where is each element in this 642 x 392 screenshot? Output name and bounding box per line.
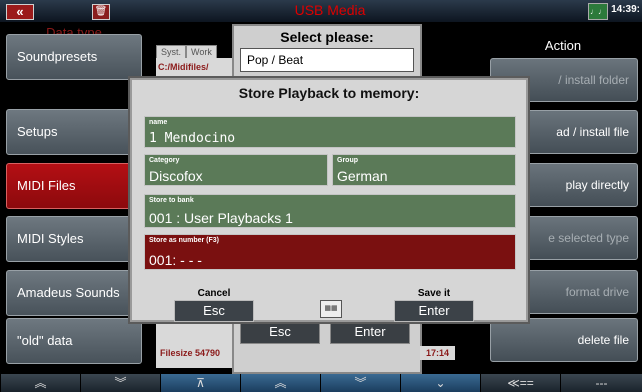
unused-button[interactable]: --- [560,374,642,392]
tab-syst[interactable]: Syst. [156,45,187,59]
mid-tabs: Syst. Work [156,42,217,59]
bank-value: 001 : User Playbacks 1 [149,210,293,226]
number-value: 001: - - - [149,252,202,268]
category-value: Discofox [149,168,203,184]
dialog-title: Store Playback to memory: [238,85,420,101]
select-item-pop-beat[interactable]: Pop / Beat [240,48,414,72]
left-item-amadeus-sounds[interactable]: Amadeus Sounds [6,270,142,316]
name-label: name [149,119,168,126]
left-item-midi-styles[interactable]: MIDI Styles [6,216,142,262]
back-button[interactable]: « [6,4,34,20]
save-button[interactable]: Enter [394,300,474,322]
tempo-icon: ♩♩ [588,3,608,20]
filesize-text: Filesize 54790 [160,348,221,358]
current-path: C:/Midifiles/ [158,62,209,72]
scroll-down-icon[interactable]: ︾ [320,374,400,392]
left-item-old-data[interactable]: "old" data [6,318,142,364]
window-title: USB Media [294,2,366,18]
right-item-delete-file[interactable]: delete file [490,318,638,362]
select-title: Select please: [280,29,374,45]
trash-icon[interactable]: 🗑 [92,4,110,20]
category-field[interactable]: Category Discofox [144,154,328,186]
name-value: 1 Mendocino [149,131,236,146]
group-label: Group [337,157,358,164]
left-item-midi-files[interactable]: MIDI Files [6,163,142,209]
back-nav-button[interactable]: ≪== [480,374,560,392]
scroll-top-icon[interactable]: ⊼ [160,374,240,392]
tab-work[interactable]: Work [186,45,217,59]
scroll-up-fast-icon[interactable]: ︽ [0,374,80,392]
name-field[interactable]: name 1 Mendocino [144,116,516,148]
group-field[interactable]: Group German [332,154,516,186]
bank-label: Store to bank [149,197,194,204]
category-label: Category [149,157,180,164]
number-label: Store as number (F3) [149,237,220,244]
left-item-soundpresets[interactable]: Soundpresets [6,34,142,80]
number-field[interactable]: Store as number (F3) 001: - - - [144,234,516,270]
group-value: German [337,168,388,184]
bank-field[interactable]: Store to bank 001 : User Playbacks 1 [144,194,516,228]
cancel-button[interactable]: Esc [174,300,254,322]
scroll-up-icon[interactable]: ︽ [240,374,320,392]
time-display: 17:14 [420,346,456,360]
scroll-bottom-icon[interactable]: ⌄ [400,374,480,392]
save-label: Save it [417,288,451,299]
scroll-down-fast-icon[interactable]: ︾ [80,374,160,392]
left-item-setups[interactable]: Setups [6,109,142,155]
keyboard-icon[interactable]: ▦▦ [320,300,342,318]
cancel-label: Cancel [197,288,231,299]
clock: 14:39: [611,4,640,15]
store-playback-dialog: Store Playback to memory: name 1 Mendoci… [130,78,528,322]
action-header: Action [544,38,582,53]
